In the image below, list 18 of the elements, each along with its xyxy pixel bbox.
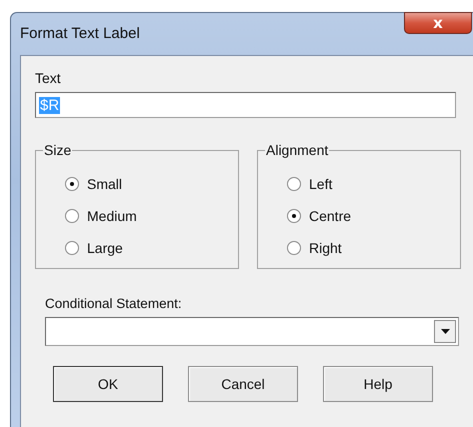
dialog-button[interactable]: Cancel [188, 366, 298, 402]
radio-option[interactable]: Left [287, 173, 460, 195]
window-title: Format Text Label [20, 25, 140, 42]
text-label: Text [35, 70, 62, 86]
dialog-button[interactable]: Help [323, 366, 433, 402]
close-button[interactable]: x [404, 12, 472, 34]
radio-option[interactable]: Small [65, 173, 238, 195]
conditional-dropdown[interactable] [45, 317, 459, 346]
radio-option[interactable]: Large [65, 237, 238, 259]
group-title: Size [43, 142, 72, 158]
dialog-button[interactable]: OK [53, 366, 163, 402]
conditional-label: Conditional Statement: [45, 296, 183, 311]
radio-option[interactable]: Centre [287, 205, 460, 227]
dropdown-button[interactable] [434, 320, 456, 343]
radio-option[interactable]: Medium [65, 205, 238, 227]
radio-option[interactable]: Right [287, 237, 460, 259]
caret-icon [440, 329, 450, 334]
group-title: Alignment [265, 142, 330, 158]
